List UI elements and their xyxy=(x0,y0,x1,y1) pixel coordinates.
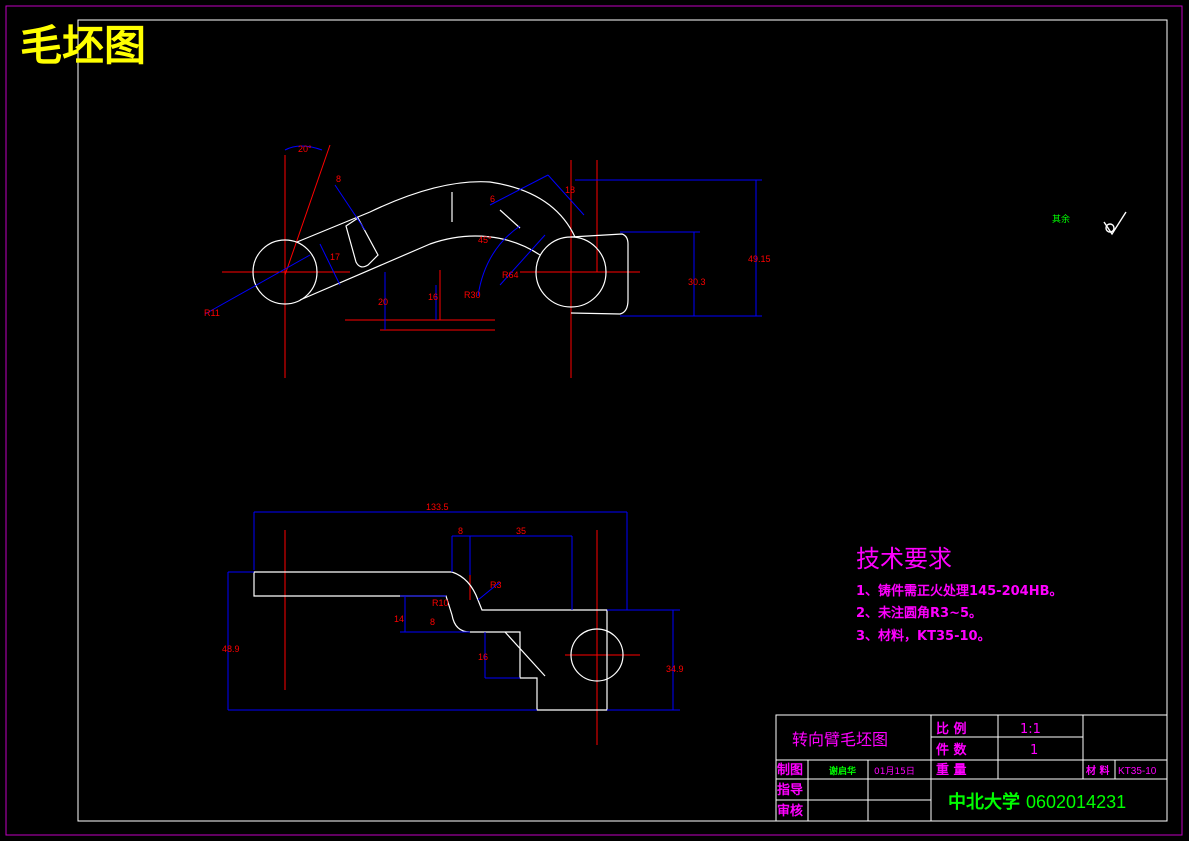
dim-35: 35 xyxy=(516,526,526,536)
dim-angle: 20° xyxy=(298,144,312,154)
tech-req-item: 3、材料，KT35-10。 xyxy=(856,628,991,644)
tech-requirements: 技术要求 1、铸件需正火处理145-204HB。 2、未注圆角R3~5。 3、材… xyxy=(856,545,1063,644)
tech-req-heading: 技术要求 xyxy=(856,545,952,573)
dim-16: 16 xyxy=(428,292,438,302)
dim-48-9: 48.9 xyxy=(222,644,240,654)
dim-r3: R3 xyxy=(490,580,502,590)
scale-value: 1:1 xyxy=(1020,722,1041,737)
roughness-symbol-icon xyxy=(1103,211,1127,236)
dim-front-8b: 8 xyxy=(430,617,435,627)
tech-req-item: 2、未注圆角R3~5。 xyxy=(856,605,982,621)
drawing-title: 毛坯图 xyxy=(20,21,146,70)
scale-label: 比 例 xyxy=(936,721,967,737)
title-block: 转向臂毛坯图 比 例 1:1 件 数 1 重 量 材 料 KT35-10 制图 … xyxy=(775,714,1168,822)
tech-req-item: 1、铸件需正火处理145-204HB。 xyxy=(856,583,1063,599)
dim-45deg: 45° xyxy=(478,235,492,245)
dim-20: 20 xyxy=(378,297,388,307)
centerline-angle xyxy=(284,144,331,276)
review-label: 审核 xyxy=(777,803,803,819)
drawn-name: 谢启华 xyxy=(829,765,856,777)
student-id: 0602014231 xyxy=(1026,792,1126,812)
dim-14: 14 xyxy=(394,614,404,624)
outer-frame xyxy=(5,5,1183,836)
qty-value: 1 xyxy=(1030,743,1038,758)
dim-18: 18 xyxy=(565,185,575,195)
dim-30-3: 30.3 xyxy=(688,277,706,287)
front-view: 133.5 8 35 R3 R10 14 8 16 48.9 34.9 xyxy=(222,502,684,745)
drawn-date: 01月15日 xyxy=(874,766,915,777)
dim-r11: R11 xyxy=(204,308,220,318)
drawing-canvas: 毛坯图 20° 8 6 18 17 R11 20 16 R30 45° R64 … xyxy=(5,5,1183,836)
dim-34-9: 34.9 xyxy=(666,664,684,674)
dim-front-16: 16 xyxy=(478,652,488,662)
dim-17: 17 xyxy=(330,252,340,262)
material-label: 材 料 xyxy=(1086,764,1109,777)
guide-label: 指导 xyxy=(777,782,803,798)
qty-label: 件 数 xyxy=(936,742,968,758)
dim-r30: R30 xyxy=(464,290,481,300)
dim-8: 8 xyxy=(336,174,341,184)
front-view-outline xyxy=(253,571,624,711)
dim-6: 6 xyxy=(490,194,495,204)
top-view: 20° 8 6 18 17 R11 20 16 R30 45° R64 30.3… xyxy=(204,144,771,378)
dim-front-8: 8 xyxy=(458,526,463,536)
material-value: KT35-10 xyxy=(1118,766,1157,777)
school-name: 中北大学 xyxy=(948,791,1020,813)
inner-frame xyxy=(77,19,1168,822)
dim-49-15: 49.15 xyxy=(748,254,771,264)
dim-r64: R64 xyxy=(502,270,519,280)
weight-label: 重 量 xyxy=(936,762,967,778)
dim-r10: R10 xyxy=(432,598,449,608)
part-name: 转向臂毛坯图 xyxy=(792,730,888,749)
dim-133-5: 133.5 xyxy=(426,502,449,512)
surface-mark-label: 其余 xyxy=(1052,213,1070,225)
drawn-label: 制图 xyxy=(777,762,803,778)
